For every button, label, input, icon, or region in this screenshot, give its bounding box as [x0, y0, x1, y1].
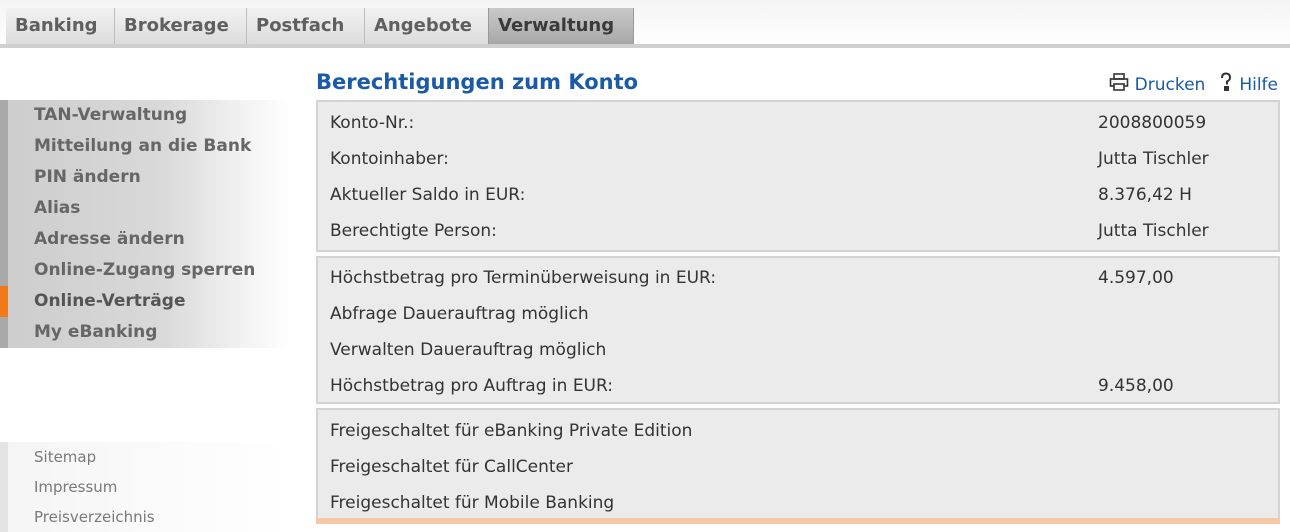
printer-icon[interactable]	[1109, 73, 1129, 96]
sidebar-item-online-vertraege[interactable]: Online-Verträge	[0, 286, 290, 317]
limit-row: Höchstbetrag pro Auftrag in EUR: 9.458,0…	[318, 368, 1278, 404]
account-holder-row: Kontoinhaber: Jutta Tischler	[318, 141, 1278, 177]
sidebar-item-pin-aendern[interactable]: PIN ändern	[0, 162, 290, 193]
limit-row: Abfrage Dauerauftrag möglich	[318, 296, 1278, 332]
bottom-accent-bar	[316, 518, 1280, 524]
tab-verwaltung[interactable]: Verwaltung	[488, 8, 634, 44]
authorized-person-row: Berechtigte Person: Jutta Tischler	[318, 213, 1278, 249]
channel-row: Freigeschaltet für Mobile Banking	[318, 485, 1278, 521]
sidebar-item-tan-verwaltung[interactable]: TAN-Verwaltung	[0, 100, 290, 131]
balance-row: Aktueller Saldo in EUR: 8.376,42 H	[318, 177, 1278, 213]
row-label: Abfrage Dauerauftrag möglich	[330, 304, 589, 324]
sidebar-item-mitteilung[interactable]: Mitteilung an die Bank	[0, 131, 290, 162]
account-number-value: 2008800059	[1098, 113, 1207, 133]
limit-row: Höchstbetrag pro Terminüberweisung in EU…	[318, 260, 1278, 296]
row-label: Höchstbetrag pro Auftrag in EUR:	[330, 376, 614, 396]
row-label: Kontoinhaber:	[330, 149, 449, 169]
preisverzeichnis-link[interactable]: Preisverzeichnis	[0, 502, 290, 532]
page-actions: Drucken Hilfe	[1109, 72, 1278, 97]
row-label: Konto-Nr.:	[330, 113, 415, 133]
tab-postfach[interactable]: Postfach	[246, 8, 364, 44]
sidebar-item-online-zugang-sperren[interactable]: Online-Zugang sperren	[0, 255, 290, 286]
tab-angebote[interactable]: Angebote	[364, 8, 488, 44]
page-title: Berechtigungen zum Konto	[316, 70, 639, 94]
row-label: Höchstbetrag pro Terminüberweisung in EU…	[330, 268, 717, 288]
limit-row: Verwalten Dauerauftrag möglich	[318, 332, 1278, 368]
channel-row: Freigeschaltet für CallCenter	[318, 449, 1278, 485]
row-label: Berechtigte Person:	[330, 221, 497, 241]
order-limit-value: 9.458,00	[1098, 376, 1174, 396]
tabbar-divider	[0, 44, 1290, 48]
tab-banking[interactable]: Banking	[6, 8, 114, 44]
channels-panel: Freigeschaltet für eBanking Private Edit…	[316, 408, 1280, 518]
limits-panel: Höchstbetrag pro Terminüberweisung in EU…	[316, 256, 1280, 404]
print-link[interactable]: Drucken	[1135, 75, 1206, 95]
account-info-panel: Konto-Nr.: 2008800059 Kontoinhaber: Jutt…	[316, 100, 1280, 252]
balance-value: 8.376,42 H	[1098, 185, 1192, 205]
impressum-link[interactable]: Impressum	[0, 472, 290, 502]
account-number-row: Konto-Nr.: 2008800059	[318, 105, 1278, 141]
help-link[interactable]: Hilfe	[1239, 75, 1278, 95]
row-label: Aktueller Saldo in EUR:	[330, 185, 526, 205]
channel-row: Freigeschaltet für eBanking Private Edit…	[318, 413, 1278, 449]
account-holder-value: Jutta Tischler	[1098, 149, 1209, 169]
top-navigation: Banking Brokerage Postfach Angebote Verw…	[0, 0, 1290, 48]
row-label: Freigeschaltet für Mobile Banking	[330, 493, 615, 513]
row-label: Freigeschaltet für eBanking Private Edit…	[330, 421, 693, 441]
tab-brokerage[interactable]: Brokerage	[114, 8, 246, 44]
sidebar-item-my-ebanking[interactable]: My eBanking	[0, 317, 290, 348]
sidebar-item-alias[interactable]: Alias	[0, 193, 290, 224]
row-label: Verwalten Dauerauftrag möglich	[330, 340, 607, 360]
sitemap-link[interactable]: Sitemap	[0, 442, 290, 472]
scheduled-transfer-limit-value: 4.597,00	[1098, 268, 1174, 288]
sidebar: TAN-Verwaltung Mitteilung an die Bank PI…	[0, 100, 290, 348]
authorized-person-value: Jutta Tischler	[1098, 221, 1209, 241]
help-icon[interactable]	[1219, 72, 1233, 97]
footer-links: Sitemap Impressum Preisverzeichnis	[0, 442, 290, 532]
row-label: Freigeschaltet für CallCenter	[330, 457, 574, 477]
sidebar-item-adresse-aendern[interactable]: Adresse ändern	[0, 224, 290, 255]
